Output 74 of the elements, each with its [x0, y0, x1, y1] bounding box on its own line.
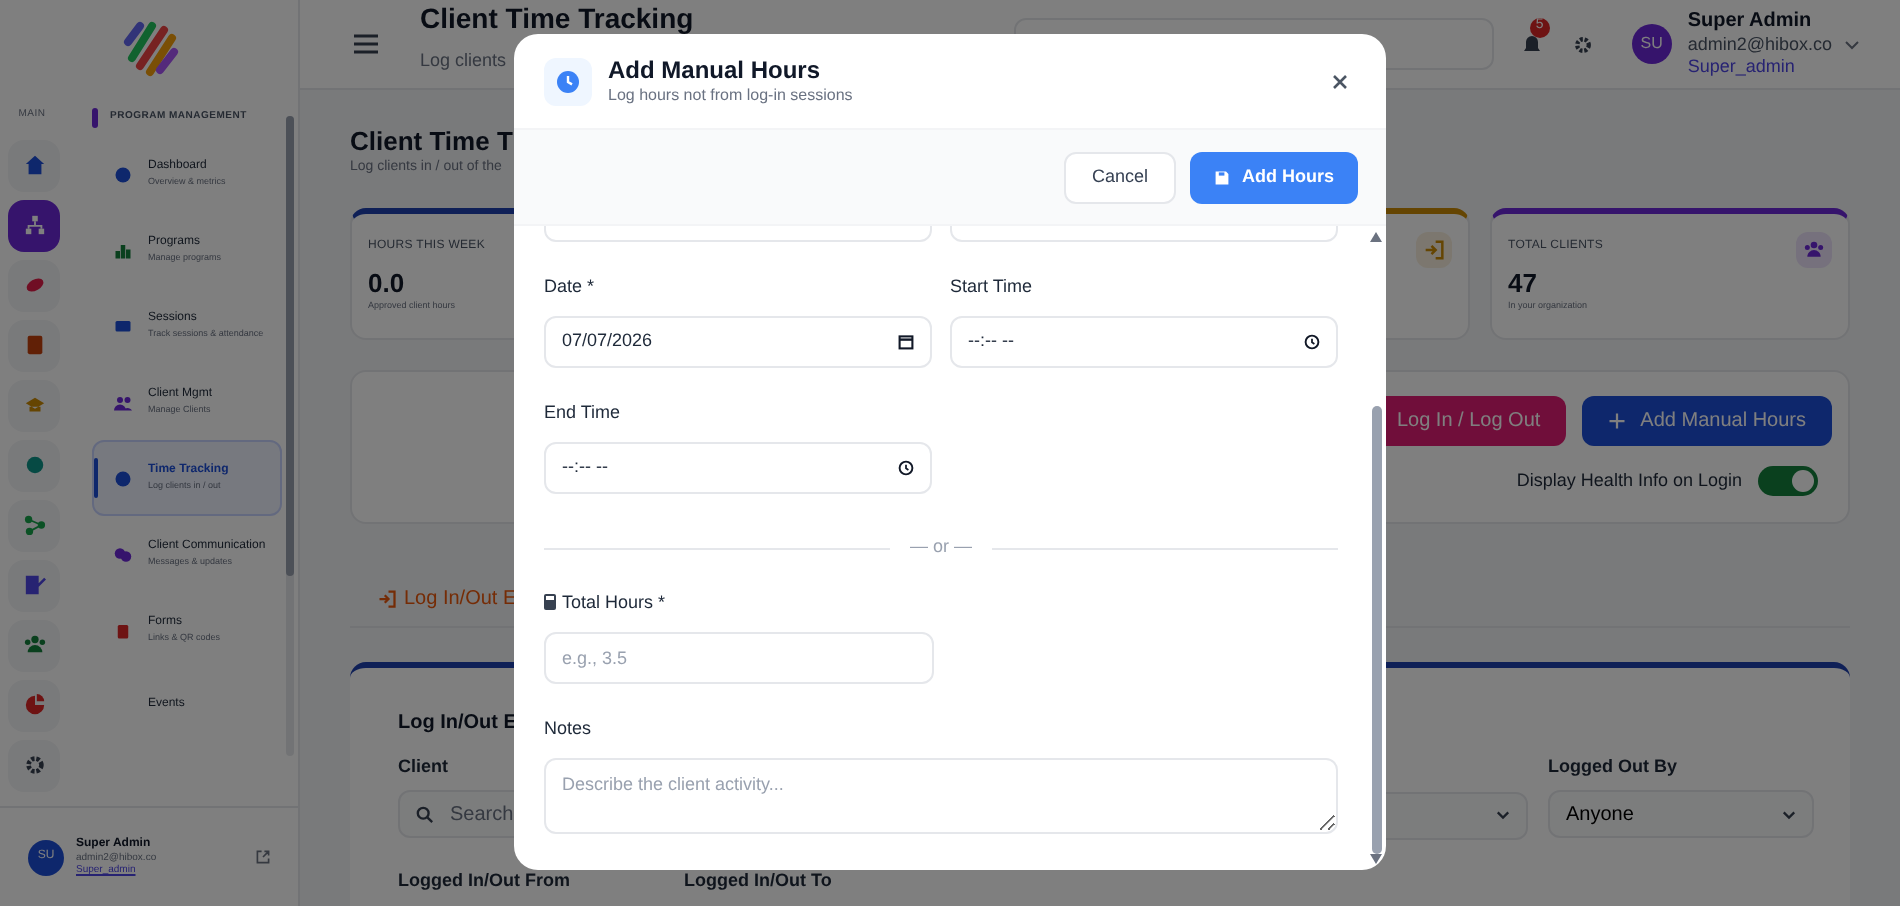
field-label: Total Hours *: [562, 590, 666, 614]
users-icon: [23, 634, 45, 656]
sitemap-icon: [23, 214, 45, 236]
chevron-down-icon: [1496, 810, 1510, 821]
field-label: Client: [398, 753, 449, 780]
page-title: Client Time Tracking: [420, 4, 694, 34]
date-field[interactable]: 07/07/2026: [544, 316, 932, 368]
rail-button[interactable]: [8, 259, 60, 311]
chevron-down-icon: [1782, 809, 1796, 820]
login-icon: [378, 590, 396, 609]
user-role-link[interactable]: Super_admin: [1687, 56, 1832, 79]
edit-icon: [23, 574, 45, 596]
share-icon: [23, 514, 45, 536]
rail-button[interactable]: [8, 139, 60, 191]
cancel-button[interactable]: Cancel: [1063, 151, 1176, 203]
modal-title: Add Manual Hours: [608, 56, 823, 86]
login-icon: [1424, 239, 1444, 260]
number-field[interactable]: e.g., 3.5: [544, 632, 934, 684]
rail-button[interactable]: [8, 319, 60, 371]
time-field[interactable]: --:-- --: [544, 442, 932, 494]
field-label: Start Time: [950, 274, 1033, 298]
home-icon: [23, 154, 45, 176]
stat-value: 0.0: [368, 267, 405, 300]
notes-field[interactable]: Describe the client activity...: [544, 758, 1338, 834]
external-link-icon[interactable]: [256, 850, 270, 864]
plus-icon: [1608, 411, 1627, 430]
field-label: Date *: [544, 274, 595, 298]
pie-chart-icon: [23, 694, 45, 716]
action-button[interactable]: Add Manual Hours: [1582, 395, 1832, 446]
avatar[interactable]: SU: [1631, 24, 1672, 64]
calendar-icon: [898, 334, 914, 350]
close-icon[interactable]: [1332, 73, 1348, 89]
select-field[interactable]: Anyone: [1548, 790, 1814, 839]
bell-icon[interactable]: [1521, 33, 1542, 55]
chevron-down-icon[interactable]: [1844, 39, 1860, 49]
modal-subtitle: Log hours not from log-in sessions: [608, 86, 853, 106]
menu-icon[interactable]: [354, 34, 378, 54]
scrollbar[interactable]: [1370, 232, 1382, 864]
rail-button[interactable]: [8, 379, 60, 431]
chart-icon: [114, 241, 132, 259]
settings-icon: [23, 754, 45, 776]
calculator-icon: [544, 594, 556, 610]
time-field[interactable]: --:-- --: [950, 316, 1338, 368]
scroll-up-icon[interactable]: [1370, 232, 1382, 242]
scrollbar[interactable]: [286, 116, 294, 756]
logo-icon: [119, 18, 179, 78]
rail-button[interactable]: [8, 499, 60, 551]
graduation-cap-icon: [23, 394, 45, 416]
settings-icon[interactable]: [1573, 35, 1592, 53]
rail-button[interactable]: [8, 679, 60, 731]
field-label: Logged In/Out To: [684, 867, 832, 894]
save-icon: [1214, 169, 1230, 185]
rail-button[interactable]: [8, 439, 60, 491]
field-label: Logged In/Out From: [398, 867, 572, 894]
field-label: Logged Out By: [1548, 753, 1677, 780]
search-icon: [416, 805, 434, 824]
user-name: Super Admin: [1687, 9, 1814, 34]
rail-button[interactable]: [8, 739, 60, 791]
users-icon: [1804, 239, 1824, 260]
toggle-switch[interactable]: [1758, 465, 1818, 496]
field-label: Notes: [544, 716, 592, 740]
toggle-label: Display Health Info on Login: [1516, 467, 1742, 494]
divider-label: — or —: [910, 534, 973, 561]
user-email: admin2@hibox.co: [1687, 34, 1832, 57]
rail-button[interactable]: [8, 619, 60, 671]
rail-button[interactable]: [8, 559, 60, 611]
users-icon: [114, 393, 132, 411]
page-subtitle: Log clients: [420, 50, 507, 73]
add-hours-button[interactable]: Add Hours: [1190, 151, 1358, 203]
field-label: End Time: [544, 400, 621, 424]
section-title: Client Time T: [350, 126, 513, 159]
stat-value: 47: [1508, 267, 1537, 300]
circle-icon: [23, 454, 45, 476]
rail-button[interactable]: [8, 199, 60, 251]
